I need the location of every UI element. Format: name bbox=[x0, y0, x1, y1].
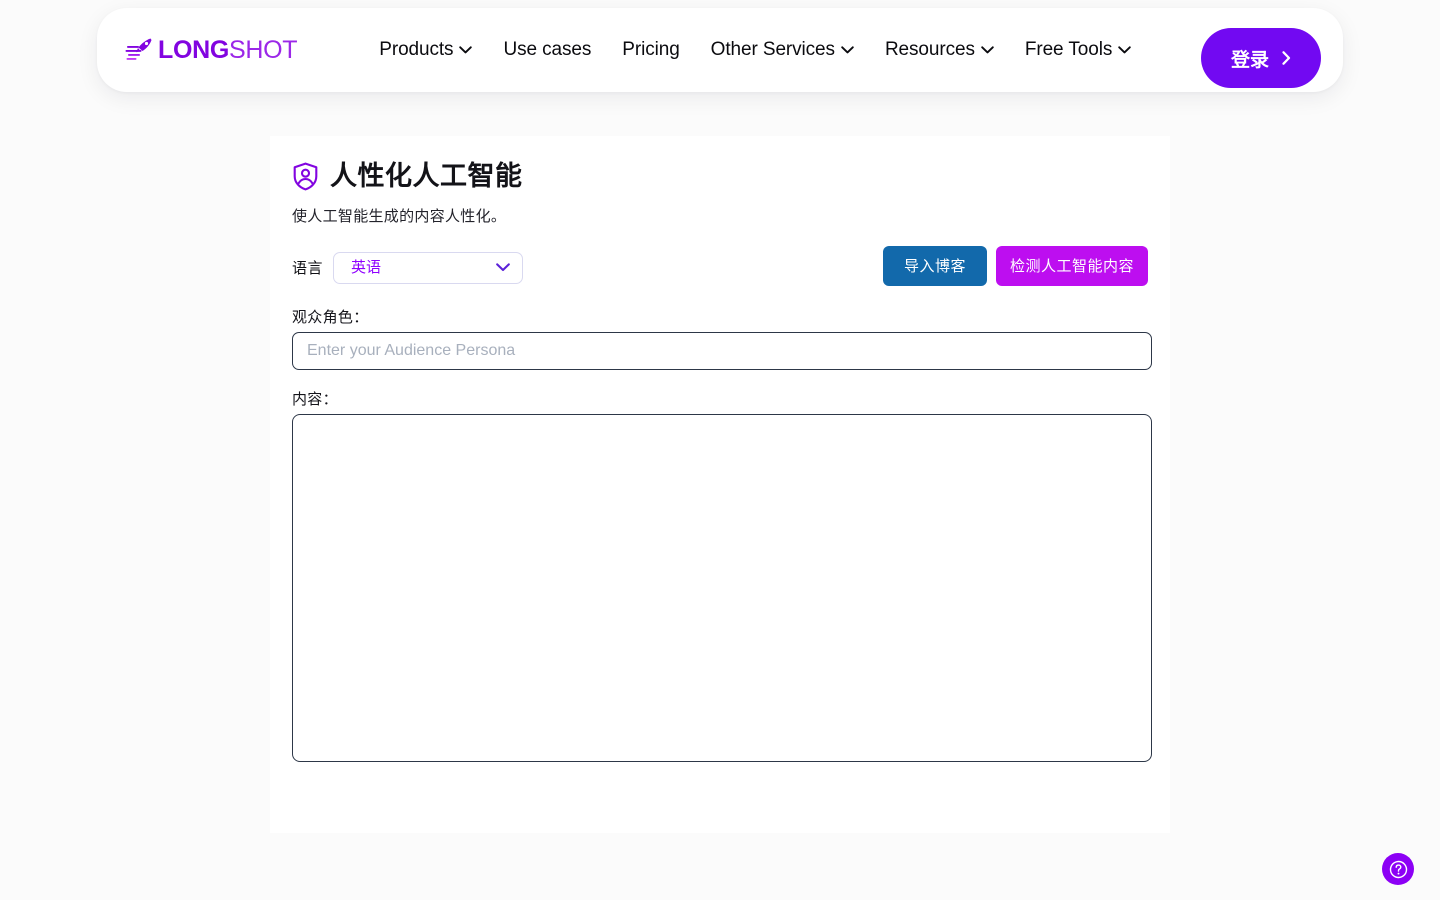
nav-item-pricing[interactable]: Pricing bbox=[622, 39, 679, 61]
nav-item-use-cases[interactable]: Use cases bbox=[503, 39, 591, 61]
language-label: 语言 bbox=[292, 257, 323, 278]
logo-text: LONGSHOT bbox=[158, 38, 297, 63]
logo-text-bold: LONG bbox=[158, 36, 229, 64]
question-mark-circle-icon bbox=[1389, 860, 1408, 879]
help-button[interactable] bbox=[1382, 853, 1414, 885]
login-button[interactable]: 登录 bbox=[1201, 28, 1321, 88]
nav-label-products: Products bbox=[379, 39, 453, 61]
page-title: 人性化人工智能 bbox=[330, 162, 523, 192]
logo-text-light: SHOT bbox=[229, 36, 297, 64]
nav-label-pricing: Pricing bbox=[622, 39, 679, 61]
main-navigation: Products Use cases Pricing Other Service… bbox=[379, 39, 1131, 61]
content-label: 内容： bbox=[292, 388, 1148, 409]
humanize-ai-card: 人性化人工智能 使人工智能生成的内容人性化。 语言 英语 导入博客 检测人工智能… bbox=[270, 136, 1170, 833]
nav-item-free-tools[interactable]: Free Tools bbox=[1025, 39, 1131, 61]
nav-label-resources: Resources bbox=[885, 39, 975, 61]
chevron-down-icon bbox=[981, 46, 994, 54]
nav-item-resources[interactable]: Resources bbox=[885, 39, 994, 61]
content-textarea[interactable] bbox=[292, 414, 1152, 762]
import-blog-button[interactable]: 导入博客 bbox=[883, 246, 987, 286]
chevron-down-icon bbox=[459, 46, 472, 54]
shield-person-icon bbox=[292, 162, 319, 191]
page-subtitle: 使人工智能生成的内容人性化。 bbox=[292, 205, 1148, 226]
nav-item-products[interactable]: Products bbox=[379, 39, 472, 61]
audience-persona-input[interactable] bbox=[292, 332, 1152, 370]
chevron-down-icon bbox=[1118, 46, 1131, 54]
audience-persona-label: 观众角色： bbox=[292, 306, 1148, 327]
card-title-row: 人性化人工智能 bbox=[292, 162, 1148, 192]
login-button-label: 登录 bbox=[1231, 45, 1269, 72]
nav-label-other-services: Other Services bbox=[711, 39, 835, 61]
nav-item-other-services[interactable]: Other Services bbox=[711, 39, 854, 61]
action-buttons: 导入博客 检测人工智能内容 bbox=[883, 246, 1148, 286]
detect-ai-content-button[interactable]: 检测人工智能内容 bbox=[996, 246, 1148, 286]
logo[interactable]: LONGSHOT bbox=[125, 37, 297, 63]
nav-label-free-tools: Free Tools bbox=[1025, 39, 1112, 61]
nav-label-use-cases: Use cases bbox=[503, 39, 591, 61]
controls-row: 语言 英语 导入博客 检测人工智能内容 bbox=[292, 248, 1148, 288]
language-select[interactable]: 英语 bbox=[333, 252, 523, 284]
chevron-right-icon bbox=[1282, 51, 1291, 65]
chevron-down-icon bbox=[841, 46, 854, 54]
rocket-speedlines-icon bbox=[125, 37, 155, 63]
site-header: LONGSHOT Products Use cases Pricing Othe… bbox=[97, 8, 1343, 92]
